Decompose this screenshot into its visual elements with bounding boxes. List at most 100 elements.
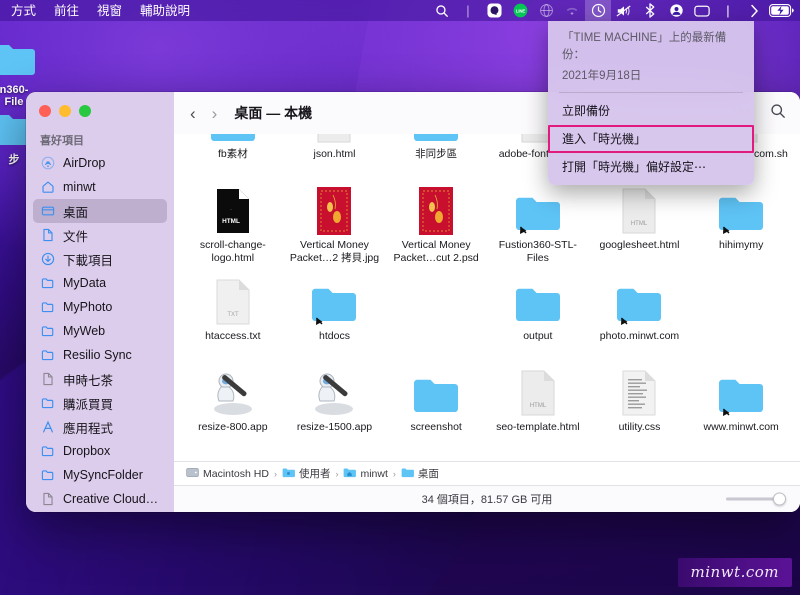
forward-button[interactable]: › [212, 105, 218, 122]
sidebar-item-mydata[interactable]: MyData [33, 271, 167, 295]
bluetooth-icon[interactable] [637, 0, 663, 21]
breadcrumb-item-users[interactable]: 使用者 [282, 466, 331, 481]
file-item[interactable]: 非同步區 [385, 134, 487, 175]
back-button[interactable]: ‹ [190, 105, 196, 122]
file-item[interactable]: HTML- scroll-change-logo.html [182, 175, 284, 266]
desktop: n360-File 步 方式 前往 視窗 輔助說明 | [0, 0, 800, 595]
breadcrumb-separator: › [393, 469, 396, 479]
nav-buttons: ‹ › [190, 105, 217, 122]
sidebar-item-applications[interactable]: 應用程式 [33, 415, 167, 439]
sidebar-item-label: Creative Cloud… [63, 492, 158, 506]
folder-icon [40, 443, 56, 459]
file-item[interactable]: www.minwt.com [690, 357, 792, 448]
sidebar-item-label: 應用程式 [63, 418, 113, 437]
close-button[interactable] [39, 105, 51, 117]
volume-muted-icon[interactable] [611, 0, 637, 21]
breadcrumb-item-desktop[interactable]: 桌面 [401, 466, 439, 481]
sidebar-item-airdrop[interactable]: AirDrop [33, 151, 167, 175]
tm-open-preferences-item[interactable]: 打開「時光機」偏好設定⋯ [548, 154, 754, 180]
text-cursor-icon[interactable]: | [455, 0, 481, 21]
time-machine-icon[interactable] [585, 0, 611, 21]
file-item[interactable]: Fustion360-STL-Files [487, 175, 589, 266]
folder-alias-icon [717, 179, 765, 235]
file-item[interactable]: resize-1500.app [284, 357, 386, 448]
file-name: seo-template.html [496, 421, 579, 434]
folder-alias-icon [717, 361, 765, 417]
folder-home-icon [343, 467, 356, 481]
file-item[interactable]: utility.css [589, 357, 691, 448]
file-item-empty [690, 266, 792, 357]
sidebar-item-documents[interactable]: 文件 [33, 223, 167, 247]
sidebar-item-label: Dropbox [63, 444, 110, 458]
file-name: output [523, 330, 552, 343]
file-name: json.html [313, 148, 355, 161]
menu-format[interactable]: 方式 [2, 2, 45, 20]
file-item[interactable]: screenshot [385, 357, 487, 448]
tm-enter-time-machine-item[interactable]: 進入「時光機」 [548, 125, 754, 153]
svg-text:LINE: LINE [515, 8, 525, 13]
file-item[interactable]: fb素材 [182, 134, 284, 175]
sidebar-item-label: AirDrop [63, 156, 105, 170]
line-app-icon[interactable]: LINE [507, 0, 533, 21]
file-item[interactable]: Vertical Money Packet…2 拷貝.jpg [284, 175, 386, 266]
file-name: utility.css [619, 421, 661, 434]
breadcrumb-separator: › [335, 469, 338, 479]
icon-size-slider[interactable] [726, 498, 786, 501]
sidebar-item-shenshi[interactable]: 申時七茶 [33, 367, 167, 391]
sidebar-item-myweb[interactable]: MyWeb [33, 319, 167, 343]
control-center-icon[interactable] [689, 0, 715, 21]
file-item[interactable]: output [487, 266, 589, 357]
breadcrumb-item-macintosh-hd[interactable]: Macintosh HD [186, 467, 269, 481]
sidebar-item-dropbox[interactable]: Dropbox [33, 439, 167, 463]
breadcrumb-label: minwt [360, 468, 387, 480]
search-icon[interactable] [770, 103, 786, 124]
file-name: www.minwt.com [704, 421, 779, 434]
sidebar-item-downloads[interactable]: 下載項目 [33, 247, 167, 271]
automator-app-icon [207, 361, 259, 417]
tm-latest-backup-label: 「TIME MACHINE」上的最新備份： [548, 28, 754, 66]
sidebar-item-goupai[interactable]: 購派買買 [33, 391, 167, 415]
menu-window[interactable]: 視窗 [88, 2, 131, 20]
wifi-icon[interactable] [559, 0, 585, 21]
sidebar-item-label: 桌面 [63, 202, 88, 221]
user-account-icon[interactable] [663, 0, 689, 21]
svg-text:HTML: HTML [222, 218, 240, 225]
file-item[interactable]: HTML seo-template.html [487, 357, 589, 448]
svg-text:HTML: HTML [530, 134, 547, 136]
sidebar-item-mysyncfolder[interactable]: MySyncFolder [33, 463, 167, 487]
sidebar-item-desktop[interactable]: 桌面 [33, 199, 167, 223]
file-item[interactable]: photo.minwt.com [589, 266, 691, 357]
sidebar-section-favorites: 喜好項目 [26, 130, 174, 151]
tm-backup-now-item[interactable]: 立即備份 [548, 98, 754, 124]
battery-charging-icon[interactable] [767, 0, 797, 21]
breadcrumb-item-minwt[interactable]: minwt [343, 467, 387, 481]
minimize-button[interactable] [59, 105, 71, 117]
document-icon [40, 371, 56, 387]
app-badge-icon[interactable] [481, 0, 507, 21]
file-item[interactable]: HTML googlesheet.html [589, 175, 691, 266]
sidebar-item-resilio-sync[interactable]: Resilio Sync [33, 343, 167, 367]
maximize-button[interactable] [79, 105, 91, 117]
sidebar-item-creative-cloud[interactable]: Creative Cloud… [33, 487, 167, 511]
menu-go[interactable]: 前往 [45, 2, 88, 20]
spotlight-search-icon[interactable] [429, 0, 455, 21]
sidebar-item-minwt[interactable]: minwt [33, 175, 167, 199]
image-thumbnail-icon [317, 179, 351, 235]
icon-size-slider-knob[interactable] [773, 493, 786, 506]
file-name: Fustion360-STL-Files [490, 239, 586, 264]
sidebar-item-myphoto[interactable]: MyPhoto [33, 295, 167, 319]
file-item[interactable]: Vertical Money Packet…cut 2.psd [385, 175, 487, 266]
file-item[interactable]: HTML json.html [284, 134, 386, 175]
chevron-right-icon[interactable] [741, 0, 767, 21]
menu-help[interactable]: 輔助說明 [131, 2, 199, 20]
file-item[interactable]: TXT htaccess.txt [182, 266, 284, 357]
file-name: htdocs [319, 330, 350, 343]
file-item[interactable]: hihimymy [690, 175, 792, 266]
file-item[interactable]: htdocs [284, 266, 386, 357]
file-item[interactable]: resize-800.app [182, 357, 284, 448]
menu-bar: 方式 前往 視窗 輔助說明 | [0, 0, 800, 21]
globe-icon[interactable] [533, 0, 559, 21]
file-name: Vertical Money Packet…2 拷貝.jpg [286, 239, 382, 264]
image-thumbnail-icon [419, 179, 453, 235]
breadcrumb-label: 桌面 [418, 466, 439, 481]
